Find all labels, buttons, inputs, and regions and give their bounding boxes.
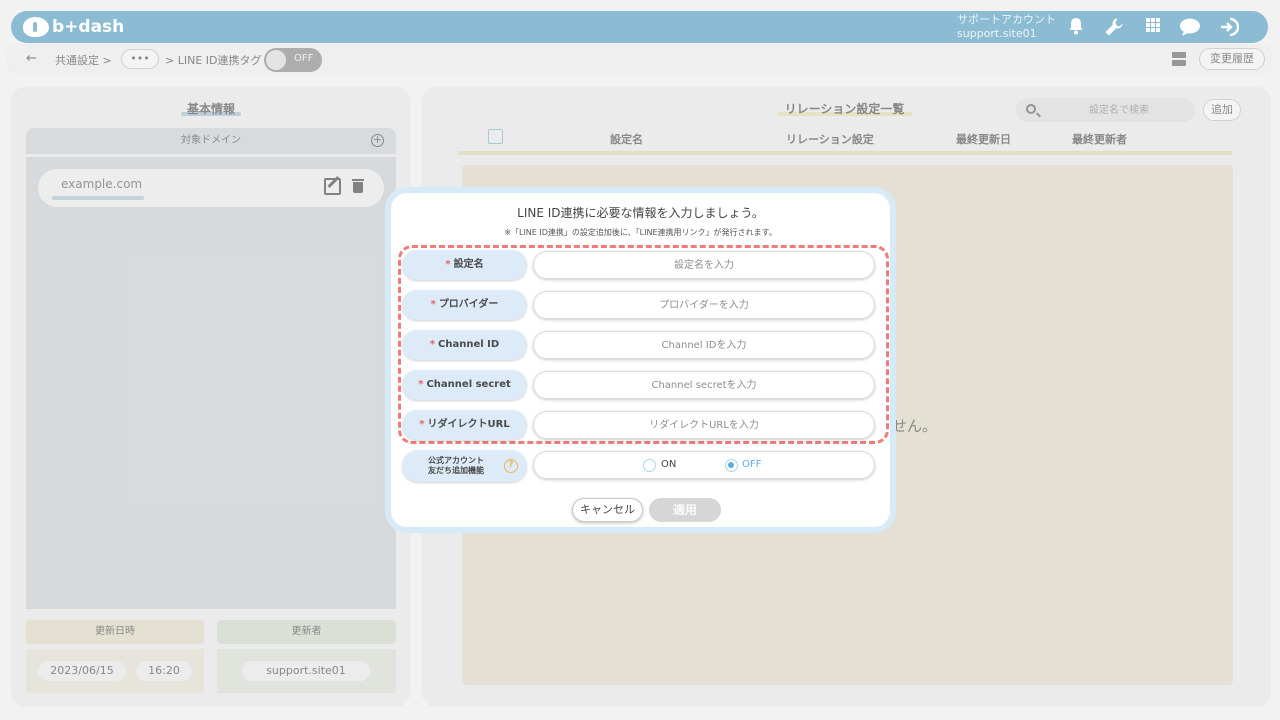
setting-name-input[interactable] [533, 251, 875, 279]
setting-name-label: * 設定名 [402, 250, 527, 280]
apply-button[interactable]: 適用 [649, 498, 721, 522]
redirect-url-label: * リダイレクトURL [402, 410, 527, 440]
official-account-label-text: 公式アカウント 友だち追加機能 [428, 456, 484, 475]
channel-secret-label: * Channel secret [402, 370, 527, 400]
channel-secret-input[interactable] [533, 371, 875, 399]
modal-note: ※「LINE ID連携」の設定追加後に、「LINE連携用リンク」が発行されます。 [504, 228, 777, 237]
cancel-button[interactable]: キャンセル [572, 498, 643, 522]
redirect-url-input[interactable] [533, 411, 875, 439]
line-id-settings-modal: LINE ID連携に必要な情報を入力しましょう。 ※「LINE ID連携」の設定… [385, 187, 896, 533]
radio-off[interactable] [725, 459, 738, 472]
help-icon[interactable]: ? [504, 459, 518, 473]
modal-title: LINE ID連携に必要な情報を入力しましょう。 [517, 206, 764, 220]
channel-id-input[interactable] [533, 331, 875, 359]
radio-off-label[interactable]: OFF [742, 459, 761, 470]
channel-id-label: * Channel ID [402, 330, 527, 360]
radio-on-label[interactable]: ON [661, 459, 676, 470]
provider-input[interactable] [533, 291, 875, 319]
friend-add-radio-group: ON OFF [533, 451, 875, 479]
official-account-label: 公式アカウント 友だち追加機能 ? [402, 450, 527, 482]
radio-on[interactable] [643, 459, 656, 472]
provider-label: * プロバイダー [402, 290, 527, 320]
